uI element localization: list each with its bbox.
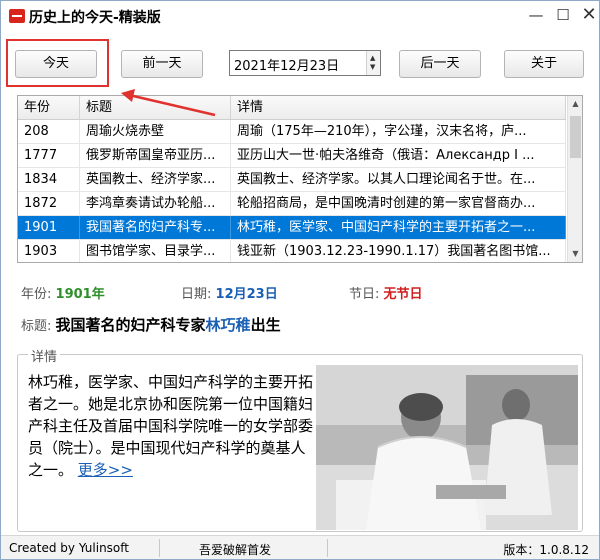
status-source: 吾爱破解首发 [199, 543, 272, 557]
column-header-detail[interactable]: 详情 [231, 96, 566, 119]
maximize-icon[interactable]: ☐ [550, 3, 576, 27]
cell-detail: 林巧稚，医学家、中国妇产科学的主要开拓者之一... [231, 216, 566, 239]
title-prefix: 我国著名的妇产科专家 [55, 316, 206, 334]
annotation-arrow [121, 89, 216, 117]
cell-year: 1901 [18, 216, 80, 239]
cell-detail: 钱亚新（1903.12.23-1990.1.17）我国著名图书馆... [231, 240, 566, 262]
table-row[interactable]: 1901 我国著名的妇产科专... 林巧稚，医学家、中国妇产科学的主要开拓者之一..… [18, 216, 566, 240]
details-text: 林巧稚，医学家、中国妇产科学的主要开拓者之一。她是北京协和医院第一位中国籍妇产科… [28, 371, 318, 481]
scroll-down-icon[interactable]: ▼ [568, 246, 582, 262]
holiday-info: 节日: 无节日 [349, 283, 423, 302]
grid-header: 年份 标题 详情 [18, 96, 566, 120]
year-label: 年份: [21, 287, 52, 302]
previous-day-button[interactable]: 前一天 [121, 50, 203, 78]
cell-title: 周瑜火烧赤壁 [80, 120, 231, 143]
cell-detail: 英国教士、经济学家。以其人口理论闻名于世。在... [231, 168, 566, 191]
date-value-text: 12月23日 [215, 287, 278, 302]
scroll-up-icon[interactable]: ▲ [568, 96, 582, 112]
spin-up-icon[interactable]: ▲ [370, 55, 375, 62]
year-info: 年份: 1901年 [21, 283, 105, 302]
status-created-by: Created by Yulinsoft [9, 541, 129, 555]
status-version: 版本：1.0.8.12 [503, 543, 589, 557]
year-value: 1901年 [55, 287, 105, 302]
app-icon [9, 9, 25, 23]
cell-detail: 亚历山大一世·帕夫洛维奇（俄语：Александр I ... [231, 144, 566, 167]
date-label: 日期: [181, 287, 212, 302]
status-bar: Created by Yulinsoft 吾爱破解首发 版本：1.0.8.12 [1, 535, 599, 559]
date-info: 日期: 12月23日 [181, 283, 278, 302]
status-divider [327, 539, 328, 557]
app-window: 历史上的今天-精装版 — ☐ ✕ 今天 前一天 2021年12月23日 ▲ ▼ … [0, 0, 600, 560]
next-day-button[interactable]: 后一天 [399, 50, 481, 78]
details-legend: 详情 [28, 346, 61, 365]
holiday-value: 无节日 [383, 287, 423, 302]
portrait-photo [316, 365, 578, 530]
about-button[interactable]: 关于 [504, 50, 584, 78]
cell-title: 俄罗斯帝国皇帝亚历... [80, 144, 231, 167]
details-body: 林巧稚，医学家、中国妇产科学的主要开拓者之一。她是北京协和医院第一位中国籍妇产科… [28, 373, 314, 479]
table-row[interactable]: 1834 英国教士、经济学家... 英国教士、经济学家。以其人口理论闻名于世。在..… [18, 168, 566, 192]
details-panel: 详情 林巧稚，医学家、中国妇产科学的主要开拓者之一。她是北京协和医院第一位中国籍… [17, 346, 583, 532]
cell-year: 1872 [18, 192, 80, 215]
title-suffix: 出生 [250, 316, 281, 334]
table-row[interactable]: 1872 李鸿章奏请试办轮船... 轮船招商局，是中国晚清时创建的第一家官督商办..… [18, 192, 566, 216]
events-grid[interactable]: 年份 标题 详情 208 周瑜火烧赤壁 周瑜（175年—210年），字公瑾，汉末名将… [17, 95, 583, 263]
spin-down-icon[interactable]: ▼ [370, 64, 375, 71]
cell-year: 1903 [18, 240, 80, 262]
cell-title: 李鸿章奏请试办轮船... [80, 192, 231, 215]
vertical-scrollbar[interactable]: ▲ ▼ [567, 96, 582, 262]
cell-detail: 轮船招商局，是中国晚清时创建的第一家官督商办... [231, 192, 566, 215]
table-row[interactable]: 208 周瑜火烧赤壁 周瑜（175年—210年），字公瑾，汉末名将，庐... [18, 120, 566, 144]
title-person-name: 林巧稚 [205, 316, 251, 334]
cell-title: 我国著名的妇产科专... [80, 216, 231, 239]
table-row[interactable]: 1903 图书馆学家、目录学... 钱亚新（1903.12.23-1990.1.17… [18, 240, 566, 262]
cell-title: 图书馆学家、目录学... [80, 240, 231, 262]
date-value: 2021年12月23日 [234, 59, 340, 74]
cell-detail: 周瑜（175年—210年），字公瑾，汉末名将，庐... [231, 120, 566, 143]
cell-title: 英国教士、经济学家... [80, 168, 231, 191]
column-header-year[interactable]: 年份 [18, 96, 80, 119]
cell-year: 208 [18, 120, 80, 143]
date-spinner[interactable]: ▲ ▼ [366, 51, 380, 75]
holiday-label: 节日: [349, 287, 380, 302]
table-row[interactable]: 1777 俄罗斯帝国皇帝亚历... 亚历山大一世·帕夫洛维奇（俄语：Александ… [18, 144, 566, 168]
close-icon[interactable]: ✕ [576, 3, 600, 27]
window-title: 历史上的今天-精装版 [29, 10, 161, 26]
title-bar: 历史上的今天-精装版 — ☐ ✕ [1, 1, 599, 31]
event-title: 标题: 我国著名的妇产科专家林巧稚出生 [21, 314, 281, 335]
title-label: 标题: [21, 319, 52, 334]
cell-year: 1777 [18, 144, 80, 167]
minimize-icon[interactable]: — [523, 3, 549, 27]
today-button[interactable]: 今天 [15, 50, 97, 78]
scroll-thumb[interactable] [570, 116, 581, 158]
more-link[interactable]: 更多>> [78, 461, 133, 479]
status-divider [159, 539, 160, 557]
cell-year: 1834 [18, 168, 80, 191]
date-picker[interactable]: 2021年12月23日 ▲ ▼ [229, 50, 381, 76]
